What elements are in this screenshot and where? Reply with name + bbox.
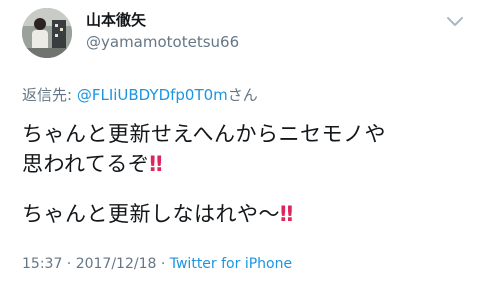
tweet-meta: 15:37 · 2017/12/18 · Twitter for iPhone [22,256,292,272]
reply-prefix: 返信先: [22,86,77,104]
tweet-text-line-3: ちゃんと更新しなはれや〜‼ [22,198,293,228]
display-name[interactable]: 山本徹矢 [86,9,146,30]
double-exclamation-icon: ‼ [280,202,293,226]
reply-suffix: さん [227,86,258,104]
tweet-card: 山本徹矢 @yamamototetsu66 返信先: @FLIiUBDYDfp0… [0,0,480,286]
avatar[interactable] [22,8,72,58]
reply-context: 返信先: @FLIiUBDYDfp0T0mさん [22,84,258,105]
tweet-text-line-1: ちゃんと更新せえへんからニセモノや [22,122,387,146]
tweet-text-line-2-text: 思われてるぞ [22,152,150,176]
tweet-text-line-2: 思われてるぞ‼ [22,148,163,178]
avatar-photo [22,8,72,58]
double-exclamation-icon: ‼ [149,152,162,176]
source-link[interactable]: Twitter for iPhone [170,256,292,272]
chevron-down-icon[interactable] [443,12,467,32]
user-handle[interactable]: @yamamototetsu66 [86,33,239,51]
tweet-text-line-3-text: ちゃんと更新しなはれや〜 [22,202,280,226]
reply-mention-link[interactable]: @FLIiUBDYDfp0T0m [77,86,228,104]
timestamp[interactable]: 15:37 · 2017/12/18 · [22,256,170,272]
